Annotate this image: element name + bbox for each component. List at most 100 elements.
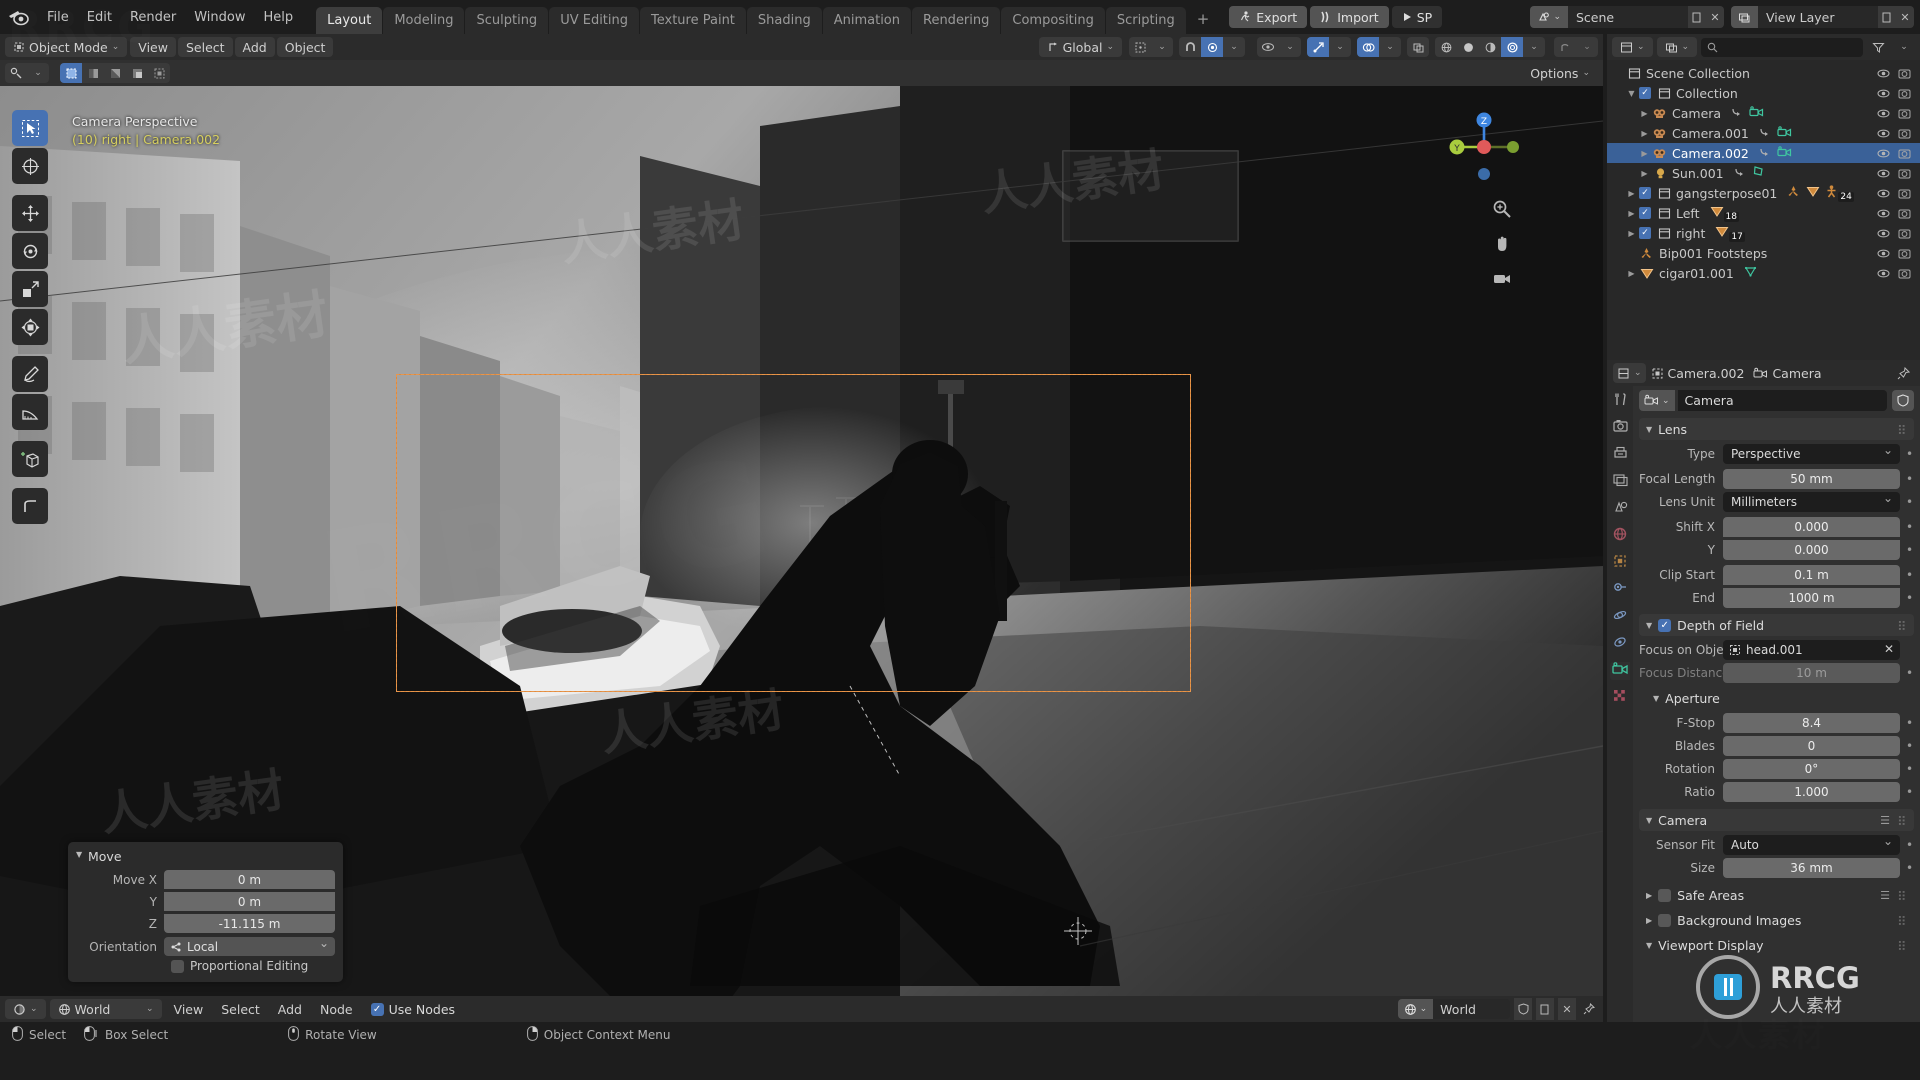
visibility-eye-icon[interactable] xyxy=(1876,186,1890,200)
transform-orientation-selector[interactable]: Global ⌄ xyxy=(1038,37,1122,57)
prop-row-ratio[interactable]: Ratio 1.000 • xyxy=(1639,782,1914,802)
outliner-tree[interactable]: Scene Collection ▼ ✓ Collection ▶ Camera ▶ Came… xyxy=(1607,60,1920,283)
properties-tool-tab[interactable] xyxy=(1610,392,1630,410)
menu-edit[interactable]: Edit xyxy=(78,7,121,28)
prop-value-focal-length[interactable]: 50 mm xyxy=(1723,469,1900,489)
visibility-eye-icon[interactable] xyxy=(1876,166,1890,180)
prop-row-lens-unit[interactable]: Lens Unit Millimeters • xyxy=(1639,491,1914,512)
outliner-filter-icon[interactable] xyxy=(1867,37,1889,57)
outliner-editor-type-button[interactable]: ⌄ xyxy=(1612,37,1653,57)
xray-icon[interactable] xyxy=(1407,37,1429,57)
workspace-tab-uv-editing[interactable]: UV Editing xyxy=(549,7,640,34)
clear-focus-object-button[interactable]: ✕ xyxy=(1884,642,1894,656)
animate-dot-rotation[interactable]: • xyxy=(1905,762,1914,776)
3d-viewport[interactable]: Camera Perspective (10) right | Camera.0… xyxy=(0,86,1603,996)
animate-dot-lens-unit[interactable]: • xyxy=(1905,495,1914,509)
visibility-eye-icon[interactable] xyxy=(1876,106,1890,120)
select-invert-icon[interactable] xyxy=(126,63,148,83)
material-preview-shading-icon[interactable] xyxy=(1479,37,1501,57)
scene-icon[interactable]: ⌄ xyxy=(1530,6,1568,28)
annotate-tool[interactable] xyxy=(12,356,48,392)
operator-title[interactable]: Move xyxy=(76,848,335,870)
prop-row-clip-start[interactable]: Clip Start 0.1 m • xyxy=(1639,564,1914,585)
outliner-row-camera[interactable]: ▶ Camera xyxy=(1607,103,1920,123)
visibility-controls[interactable]: ⌄ xyxy=(1257,37,1301,57)
viewlayer-name[interactable]: View Layer xyxy=(1758,6,1878,28)
new-world-button[interactable] xyxy=(1536,998,1554,1020)
select-subtract-icon[interactable] xyxy=(104,63,126,83)
export-button[interactable]: Export xyxy=(1229,6,1308,28)
options-button[interactable]: Options ⌄ xyxy=(1522,63,1598,83)
workspace-tab-sculpting[interactable]: Sculpting xyxy=(465,7,549,34)
menu-render[interactable]: Render xyxy=(121,7,185,28)
unlink-world-button[interactable]: ✕ xyxy=(1558,998,1576,1020)
outliner-row-right[interactable]: ▶ ✓ right 17 xyxy=(1607,223,1920,243)
render-preview-icon[interactable] xyxy=(1554,37,1576,57)
chevron-right-icon[interactable]: ▶ xyxy=(1626,209,1637,218)
safe-areas-presets-icon[interactable]: ☰ xyxy=(1880,889,1890,902)
snap-icon[interactable] xyxy=(1129,37,1151,57)
chevron-down-icon[interactable]: ▼ xyxy=(1626,89,1637,98)
new-viewlayer-button[interactable] xyxy=(1878,6,1896,28)
chevron-right-icon[interactable]: ▶ xyxy=(1639,169,1650,178)
world-datablock-name[interactable]: World xyxy=(1433,1002,1510,1017)
editor-type-selector[interactable]: ⌄ xyxy=(5,999,46,1019)
workspace-tab-shading[interactable]: Shading xyxy=(746,7,822,34)
render-camera-icon[interactable] xyxy=(1897,126,1911,140)
operator-row-move-x[interactable]: Move X 0 m xyxy=(76,870,335,890)
workspace-tab-scripting[interactable]: Scripting xyxy=(1105,7,1186,34)
properties-world-tab[interactable] xyxy=(1610,527,1630,545)
import-button[interactable]: Import xyxy=(1310,6,1389,28)
outliner-row-cigar01-001[interactable]: ▶ cigar01.001 xyxy=(1607,263,1920,283)
fake-user-shield-button[interactable] xyxy=(1892,390,1914,411)
xray-toggle[interactable] xyxy=(1407,37,1429,57)
panel-header-depth-of-field[interactable]: ▼ ✓ Depth of Field xyxy=(1639,614,1914,636)
select-intersect-icon[interactable] xyxy=(148,63,170,83)
workspace-tab-rendering[interactable]: Rendering xyxy=(912,7,1001,34)
operator-redo-panel[interactable]: Move Move X 0 m Y 0 m Z -11.115 m Orient… xyxy=(68,842,343,982)
shading-modes[interactable]: ⌄ xyxy=(1435,37,1545,57)
select-mode-group[interactable] xyxy=(60,63,170,83)
breadcrumb-object[interactable]: Camera.002 xyxy=(1651,366,1744,381)
outliner-row-gangsterpose01[interactable]: ▶ ✓ gangsterpose01 24 xyxy=(1607,183,1920,203)
pan-hand-icon[interactable] xyxy=(1489,231,1515,257)
prop-select-lens-unit[interactable]: Millimeters xyxy=(1723,491,1900,512)
render-camera-icon[interactable] xyxy=(1897,226,1911,240)
operator-orientation-select[interactable]: Local xyxy=(164,936,335,956)
prop-value-blades[interactable]: 0 xyxy=(1723,736,1900,756)
animate-dot-ratio[interactable]: • xyxy=(1905,785,1914,799)
prop-row-blades[interactable]: Blades 0 • xyxy=(1639,736,1914,756)
panel-header-aperture[interactable]: ▼ Aperture xyxy=(1639,687,1914,709)
operator-row-move-z[interactable]: Z -11.115 m xyxy=(76,914,335,933)
delete-viewlayer-button[interactable]: ✕ xyxy=(1896,6,1914,28)
properties-render-tab[interactable] xyxy=(1610,419,1630,437)
prop-row-focal-length[interactable]: Focal Length 50 mm • xyxy=(1639,469,1914,489)
outliner-editor[interactable]: ⌄ ⌄ ⌄ Scene Collection ▼ ✓ Collection ▶ Camer… xyxy=(1607,34,1920,360)
tool-dropdown-icon[interactable]: ⌄ xyxy=(27,63,49,83)
properties-editor-type-button[interactable]: ⌄ xyxy=(1613,363,1646,383)
properties-viewlayer-tab[interactable] xyxy=(1610,473,1630,491)
panel-header-safe-areas[interactable]: ▶ Safe Areas ☰ xyxy=(1639,884,1914,906)
outliner-filter-dropdown-icon[interactable]: ⌄ xyxy=(1893,37,1915,57)
delete-scene-button[interactable]: ✕ xyxy=(1706,6,1724,28)
zoom-icon[interactable] xyxy=(1489,196,1515,222)
outliner-exclude-checkbox[interactable]: ✓ xyxy=(1639,87,1651,99)
properties-physics-tab[interactable] xyxy=(1610,608,1630,626)
properties-tab-column[interactable] xyxy=(1607,386,1633,1022)
scale-tool[interactable] xyxy=(12,271,48,307)
visibility-eye-icon[interactable] xyxy=(1876,146,1890,160)
safe-areas-checkbox[interactable] xyxy=(1658,888,1672,902)
viewlayer-icon[interactable] xyxy=(1731,6,1758,28)
properties-scene-tab[interactable] xyxy=(1610,500,1630,518)
active-tool-indicator[interactable]: ⌄ xyxy=(5,63,49,83)
viewport-extra-dropdown-icon[interactable]: ⌄ xyxy=(1576,37,1598,57)
world-datablock-icon[interactable]: ⌄ xyxy=(1397,999,1434,1019)
visibility-eye-icon[interactable] xyxy=(1876,266,1890,280)
shader-menu-add[interactable]: Add xyxy=(270,999,310,1019)
outliner-row-camera-002[interactable]: ▶ Camera.002 xyxy=(1607,143,1920,163)
prop-row-size[interactable]: Size 36 mm • xyxy=(1639,858,1914,878)
visibility-eye-icon[interactable] xyxy=(1876,126,1890,140)
gizmo-controls[interactable]: ⌄ xyxy=(1307,37,1351,57)
tweak-tool-icon[interactable] xyxy=(5,63,27,83)
use-nodes-toggle[interactable]: ✓ Use Nodes xyxy=(370,1002,455,1017)
